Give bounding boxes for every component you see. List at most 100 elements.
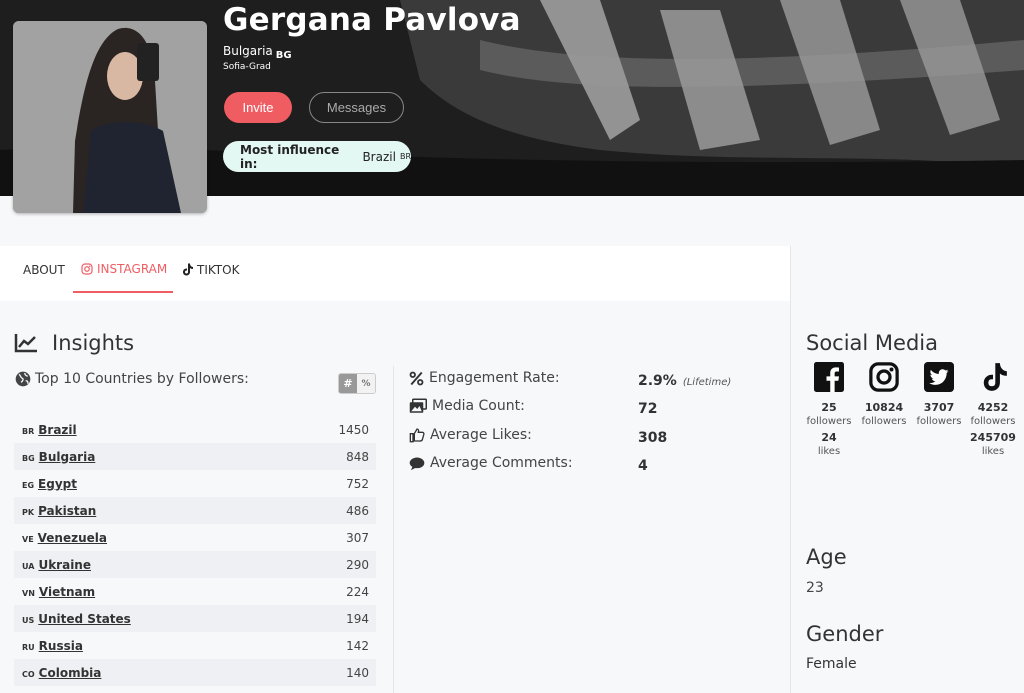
media-count-label: Media Count: <box>432 398 525 414</box>
media-images-icon <box>409 398 427 413</box>
tab-tiktok-label: TIKTOK <box>197 262 240 277</box>
country-link[interactable]: Vietnam <box>39 585 95 599</box>
influence-country: Brazil <box>362 149 396 164</box>
percent-icon <box>409 371 424 385</box>
average-comments-label: Average Comments: <box>430 455 573 471</box>
tab-instagram[interactable]: INSTAGRAM <box>73 246 173 293</box>
country-value: 848 <box>346 449 369 464</box>
insights-divider <box>393 366 394 693</box>
average-comments-value: 4 <box>638 458 648 474</box>
invite-button[interactable]: Invite <box>224 92 292 123</box>
country-code: US <box>22 615 35 625</box>
media-count-value: 72 <box>638 401 658 417</box>
country-row: PK Pakistan 486 <box>14 497 376 524</box>
country-link[interactable]: Brazil <box>38 423 76 437</box>
line-chart-icon <box>14 334 37 353</box>
instagram-followers-label: followers <box>861 416 907 427</box>
tab-about[interactable]: ABOUT <box>23 246 65 293</box>
country-code: PK <box>22 507 35 517</box>
tiktok-icon <box>183 263 193 276</box>
tiktok-icon <box>983 363 1007 391</box>
country-value: 307 <box>346 530 369 545</box>
facebook-followers-label: followers <box>806 416 852 427</box>
country-row: VN Vietnam 224 <box>14 578 376 605</box>
twitter-followers-label: followers <box>916 416 962 427</box>
country-link[interactable]: Bulgaria <box>39 450 96 464</box>
facebook-followers: 25 <box>821 401 837 414</box>
profile-tabs: ABOUT INSTAGRAM TIKTOK <box>0 246 790 301</box>
country-link[interactable]: Egypt <box>38 477 77 491</box>
thumbs-up-icon <box>409 428 425 443</box>
media-count-metric: Media Count: <box>409 398 525 414</box>
age-heading: Age <box>806 545 847 569</box>
panel-divider <box>790 246 791 693</box>
country-name: Bulgaria <box>223 44 273 58</box>
engagement-rate-value-group: 2.9% (Lifetime) <box>638 373 731 389</box>
tab-tiktok[interactable]: TIKTOK <box>181 246 239 293</box>
country-code: UA <box>22 561 35 571</box>
profile-photo <box>13 21 207 213</box>
country-value: 486 <box>346 503 369 518</box>
country-row: VE Venezuela 307 <box>14 524 376 551</box>
tab-instagram-label: INSTAGRAM <box>97 261 168 276</box>
country-value: 224 <box>346 584 369 599</box>
country-code: VN <box>22 588 35 598</box>
count-percent-toggle[interactable]: # % <box>338 373 376 394</box>
average-comments-metric: Average Comments: <box>409 455 573 471</box>
avatar <box>13 21 207 213</box>
facebook-likes: 24 <box>821 431 837 444</box>
gender-heading: Gender <box>806 622 884 646</box>
country-row: BR Brazil 1450 <box>14 416 376 443</box>
average-likes-value: 308 <box>638 430 668 446</box>
tiktok-likes: 245709 <box>970 431 1016 444</box>
country-value: 1450 <box>338 422 369 437</box>
country-link[interactable]: United States <box>38 612 131 626</box>
country-link[interactable]: Ukraine <box>38 558 91 572</box>
country-code: CO <box>22 669 35 679</box>
profile-country: Bulgaria BG <box>223 44 292 61</box>
influence-country-code: BR <box>399 152 411 161</box>
country-value: 194 <box>346 611 369 626</box>
social-media-heading: Social Media <box>806 331 939 355</box>
instagram-icon <box>81 262 93 275</box>
country-row: US United States 194 <box>14 605 376 632</box>
country-row: BG Bulgaria 848 <box>14 443 376 470</box>
country-link[interactable]: Venezuela <box>38 531 107 545</box>
social-instagram[interactable]: 10824 followers <box>859 362 909 427</box>
facebook-likes-label: likes <box>817 446 841 457</box>
messages-button[interactable]: Messages <box>309 92 404 123</box>
engagement-rate-label: Engagement Rate: <box>429 370 560 386</box>
engagement-rate-metric: Engagement Rate: <box>409 370 560 386</box>
instagram-icon <box>869 362 899 392</box>
tab-about-label: ABOUT <box>23 262 65 277</box>
twitter-followers: 3707 <box>923 401 955 414</box>
social-facebook[interactable]: 25 followers 24 likes <box>804 362 854 457</box>
country-row: UA Ukraine 290 <box>14 551 376 578</box>
engagement-rate-value: 2.9% <box>638 373 677 389</box>
country-link[interactable]: Colombia <box>39 666 102 680</box>
country-code: EG <box>22 480 35 490</box>
toggle-percent[interactable]: % <box>357 374 375 393</box>
average-likes-metric: Average Likes: <box>409 427 532 443</box>
country-link[interactable]: Russia <box>39 639 83 653</box>
top-countries-list: BR Brazil 1450 BG Bulgaria 848 EG Egypt 752… <box>14 416 376 686</box>
age-value: 23 <box>806 580 824 596</box>
country-code: VE <box>22 534 34 544</box>
globe-icon <box>15 371 31 387</box>
country-row: CO Colombia 140 <box>14 659 376 686</box>
toggle-count[interactable]: # <box>339 374 357 393</box>
social-twitter[interactable]: 3707 followers <box>914 362 964 427</box>
tiktok-followers-label: followers <box>970 416 1016 427</box>
facebook-icon <box>814 362 844 392</box>
country-code: BG <box>22 453 35 463</box>
comment-icon <box>409 457 425 470</box>
social-tiktok[interactable]: 4252 followers 245709 likes <box>968 362 1018 457</box>
instagram-followers: 10824 <box>864 401 904 414</box>
insights-heading: Insights <box>14 331 134 355</box>
average-likes-label: Average Likes: <box>430 427 532 443</box>
country-value: 140 <box>346 665 369 680</box>
country-link[interactable]: Pakistan <box>38 504 96 518</box>
country-row: RU Russia 142 <box>14 632 376 659</box>
country-code: BR <box>22 426 35 436</box>
profile-city: Sofia-Grad <box>223 62 271 72</box>
